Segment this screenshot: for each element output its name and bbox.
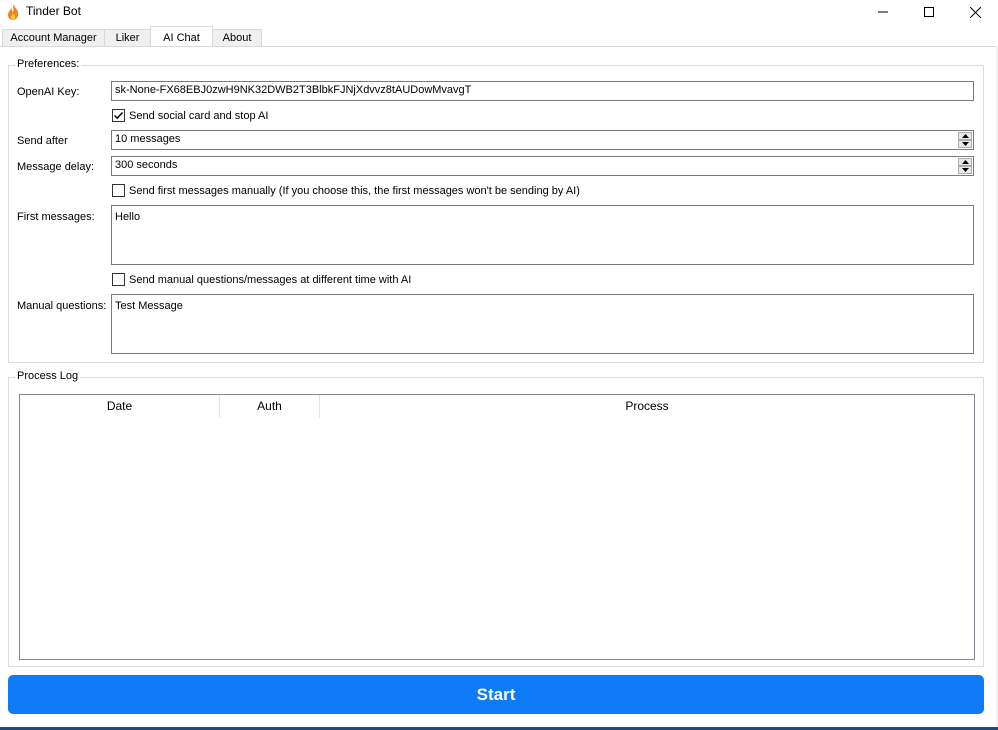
maximize-button[interactable]	[906, 0, 952, 24]
title-bar: Tinder Bot	[0, 0, 998, 24]
minimize-button[interactable]	[860, 0, 906, 24]
social-card-label: Send social card and stop AI	[129, 110, 269, 122]
send-after-arrows	[958, 132, 972, 148]
manual-questions-toggle-label: Send manual questions/messages at differ…	[129, 274, 412, 286]
first-manual-checkbox[interactable]	[112, 184, 125, 197]
send-after-value: 10 messages	[115, 133, 181, 145]
preferences-legend: Preferences:	[15, 58, 82, 70]
openai-key-input[interactable]: sk-None-FX68EBJ0zwH9NK32DWB2T3BlbkFJNjXd…	[111, 81, 974, 101]
flame-icon	[8, 4, 19, 20]
openai-key-label: OpenAI Key:	[17, 86, 80, 98]
message-delay-value: 300 seconds	[115, 159, 178, 171]
arrow-down-icon	[961, 142, 969, 146]
message-delay-label: Message delay:	[17, 161, 95, 173]
manual-questions-textarea[interactable]: Test Message	[111, 294, 974, 354]
minimize-icon	[878, 11, 888, 13]
message-delay-down-button[interactable]	[958, 166, 972, 174]
preferences-group: Preferences: OpenAI Key: sk-None-FX68EBJ…	[8, 58, 984, 363]
arrow-up-icon	[961, 134, 969, 138]
send-after-down-button[interactable]	[958, 140, 972, 148]
maximize-icon	[924, 7, 934, 17]
process-log-group: Process Log Date Auth Process	[8, 370, 984, 667]
send-after-spinner[interactable]: 10 messages	[111, 130, 974, 150]
start-button[interactable]: Start	[8, 675, 984, 714]
close-button[interactable]	[952, 0, 998, 24]
first-messages-textarea[interactable]: Hello	[111, 205, 974, 265]
manual-questions-label: Manual questions:	[17, 300, 107, 312]
send-after-up-button[interactable]	[958, 132, 972, 140]
manual-questions-checkbox[interactable]	[112, 273, 125, 286]
arrow-up-icon	[961, 160, 969, 164]
close-icon	[969, 6, 981, 18]
tab-ai-chat[interactable]: AI Chat	[150, 26, 213, 48]
first-manual-label: Send first messages manually (If you cho…	[129, 185, 580, 197]
column-header-process[interactable]: Process	[320, 395, 974, 418]
tab-bar: Account Manager Liker About AI Chat	[0, 24, 998, 48]
first-messages-label: First messages:	[17, 211, 95, 223]
message-delay-spinner[interactable]: 300 seconds	[111, 156, 974, 176]
process-log-table[interactable]: Date Auth Process	[19, 394, 975, 660]
message-delay-up-button[interactable]	[958, 158, 972, 166]
column-header-date[interactable]: Date	[20, 395, 220, 418]
social-card-checkbox[interactable]	[112, 109, 125, 122]
column-header-auth[interactable]: Auth	[220, 395, 320, 418]
message-delay-arrows	[958, 158, 972, 174]
ai-chat-panel: Preferences: OpenAI Key: sk-None-FX68EBJ…	[0, 46, 998, 730]
send-after-label: Send after	[17, 135, 68, 147]
window-title: Tinder Bot	[26, 4, 81, 18]
process-log-legend: Process Log	[15, 370, 81, 382]
arrow-down-icon	[961, 168, 969, 172]
checkmark-icon	[113, 111, 124, 120]
